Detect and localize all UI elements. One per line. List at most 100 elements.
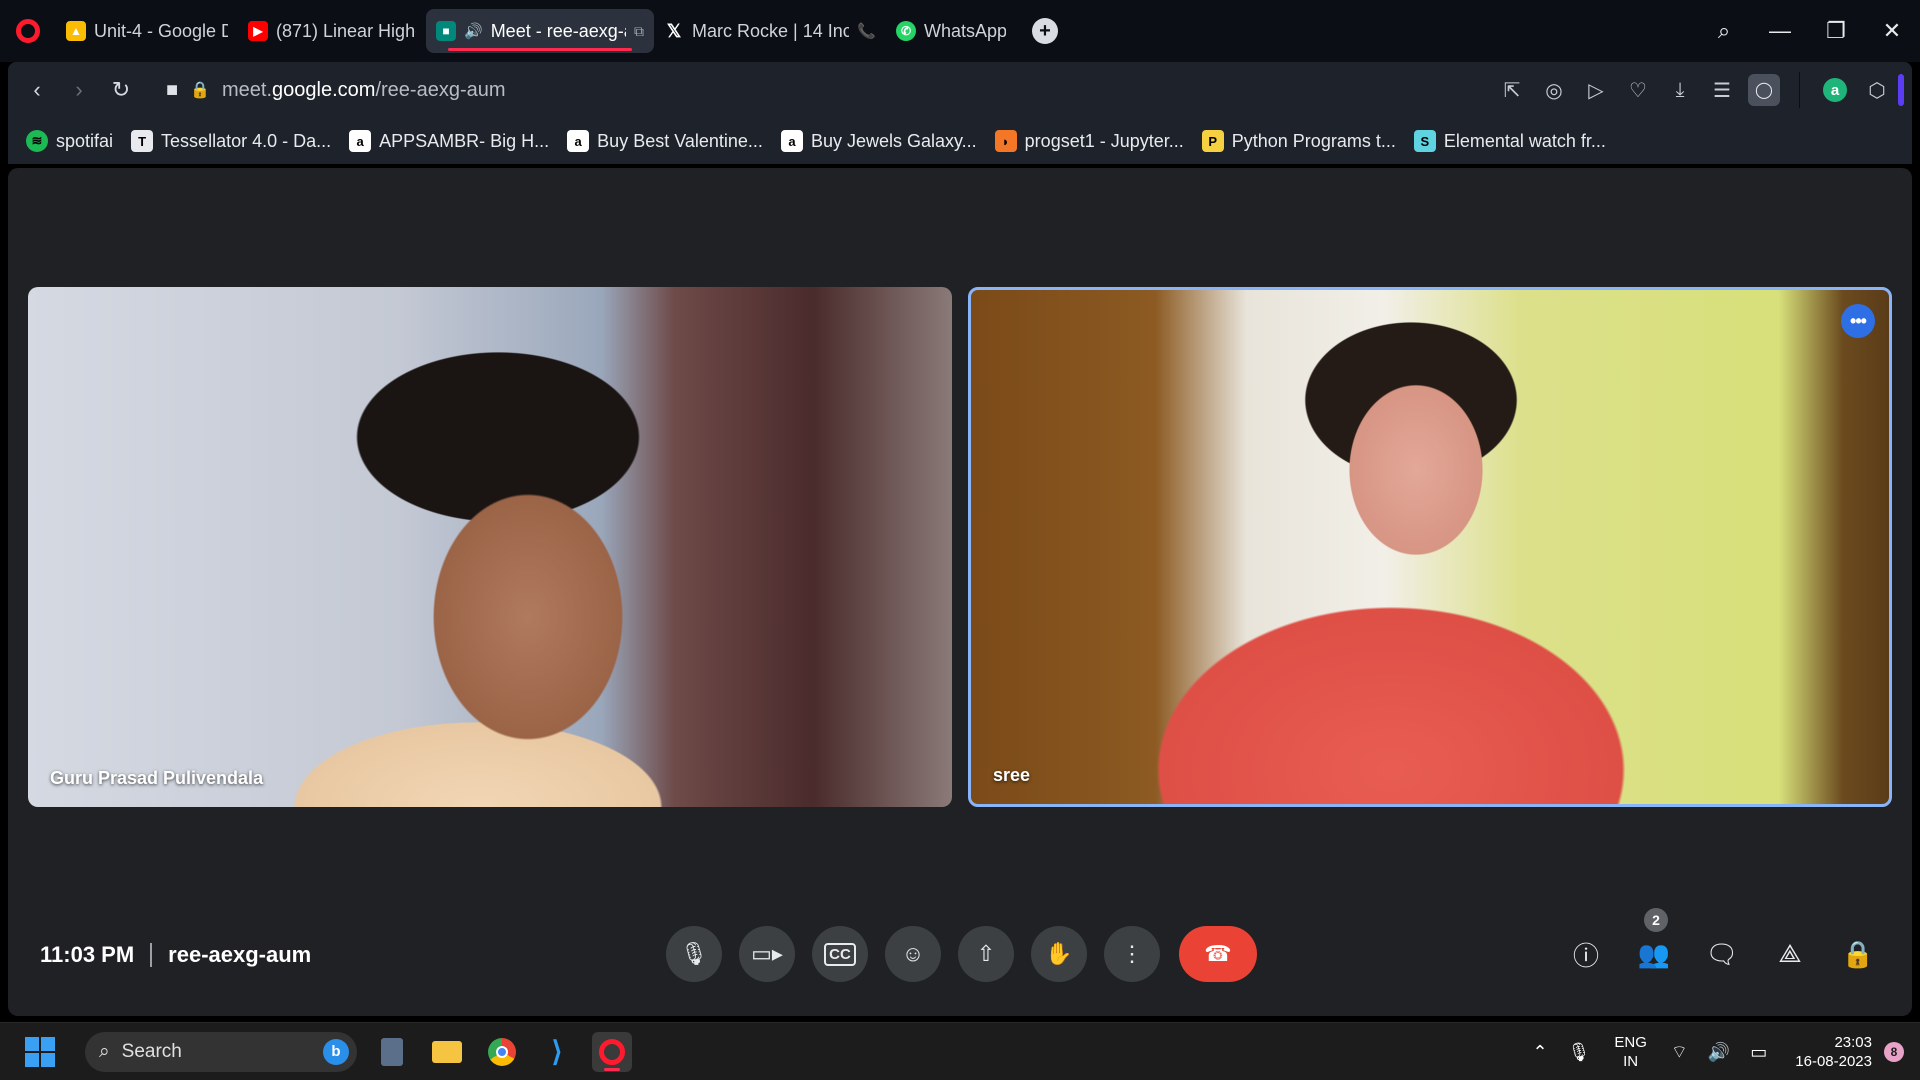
tab-x[interactable]: 𝕏 Marc Rocke | 14 Inch 📞 bbox=[654, 9, 886, 53]
new-tab-button[interactable]: + bbox=[1032, 18, 1058, 44]
amazon-icon: a bbox=[780, 130, 803, 152]
tab-title: Meet - ree-aexg-a bbox=[490, 20, 626, 41]
more-options-icon[interactable]: ••• bbox=[1841, 304, 1875, 338]
people-icon: 👥 bbox=[1637, 938, 1671, 969]
url-text: meet.google.com/ree-aexg-aum bbox=[222, 79, 506, 102]
microphone-icon: 🎙 bbox=[680, 941, 708, 966]
vscode-icon[interactable]: ⟩ bbox=[537, 1032, 577, 1072]
bookmark-jewels[interactable]: a Buy Jewels Galaxy... bbox=[780, 130, 977, 152]
bookmark-valentine[interactable]: a Buy Best Valentine... bbox=[567, 130, 763, 152]
participant-name: sree bbox=[993, 765, 1031, 785]
bookmark-python-programs[interactable]: P Python Programs t... bbox=[1201, 130, 1396, 152]
file-explorer-icon[interactable] bbox=[427, 1032, 467, 1072]
bookmark-elemental[interactable]: S Elemental watch fr... bbox=[1413, 130, 1606, 152]
participant-tile[interactable]: Guru Prasad Pulivendala bbox=[28, 287, 952, 807]
lock-person-icon: 🔒 bbox=[1841, 938, 1875, 969]
activities-icon: ⟁ bbox=[1778, 938, 1802, 968]
send-icon[interactable]: ▷ bbox=[1575, 62, 1617, 118]
phone-icon: 📞 bbox=[857, 23, 876, 40]
meeting-details: 11:03 PM ree-aexg-aum bbox=[40, 942, 311, 968]
bookmark-tessellator[interactable]: T Tessellator 4.0 - Da... bbox=[131, 130, 331, 152]
reactions-button[interactable]: ☺ bbox=[885, 926, 941, 982]
tab-title: WhatsApp bbox=[924, 20, 1006, 41]
share-icon[interactable]: ⇱ bbox=[1491, 62, 1533, 118]
calculator-icon[interactable] bbox=[372, 1032, 412, 1072]
meeting-time: 11:03 PM bbox=[40, 942, 135, 967]
volume-icon[interactable]: 🔊 bbox=[1708, 1042, 1730, 1063]
hand-icon: ✋ bbox=[1045, 941, 1073, 966]
restore-icon[interactable]: ❐ bbox=[1808, 18, 1864, 44]
forward-icon[interactable]: › bbox=[58, 77, 100, 103]
tab-whatsapp[interactable]: ✆ WhatsApp bbox=[886, 9, 1016, 53]
taskbar-search[interactable]: ⌕ Search b bbox=[85, 1031, 357, 1072]
camera-button[interactable]: ▭▸ bbox=[739, 926, 795, 982]
x-icon: 𝕏 bbox=[666, 20, 682, 41]
address-bar: ‹ › ↻ ■ 🔒 meet.google.com/ree-aexg-aum ⇱… bbox=[8, 62, 1912, 118]
meet-control-bar: 11:03 PM ree-aexg-aum 🎙 ▭▸ CC ☺ ⇧ ✋ ⋮ ☎ … bbox=[8, 892, 1912, 1016]
camera-indicator-icon[interactable]: ■ bbox=[166, 79, 178, 102]
opera-taskbar-icon[interactable] bbox=[592, 1031, 632, 1072]
back-icon[interactable]: ‹ bbox=[16, 77, 58, 103]
captions-button[interactable]: CC bbox=[812, 926, 868, 982]
battery-icon[interactable]: ▭ bbox=[1750, 1042, 1767, 1063]
bookmark-spotifai[interactable]: ≋ spotifai bbox=[26, 130, 113, 152]
present-button[interactable]: ⇧ bbox=[958, 926, 1014, 982]
bookmarks-bar: ≋ spotifai T Tessellator 4.0 - Da... a A… bbox=[8, 118, 1912, 164]
opera-menu-button[interactable] bbox=[0, 0, 56, 62]
activities-button[interactable]: ⟁ bbox=[1764, 926, 1816, 982]
close-icon[interactable]: ✕ bbox=[1864, 18, 1920, 44]
aria-icon[interactable]: a bbox=[1814, 62, 1856, 118]
lang-code: ENG bbox=[1614, 1034, 1647, 1051]
people-count-badge: 2 bbox=[1644, 908, 1668, 932]
vertical-dots-icon: ⋮ bbox=[1121, 941, 1143, 966]
input-language[interactable]: ENG IN bbox=[1614, 1033, 1647, 1071]
call-controls: 🎙 ▭▸ CC ☺ ⇧ ✋ ⋮ ☎ bbox=[666, 926, 1257, 982]
url-domain: google.com bbox=[272, 78, 376, 101]
picture-in-picture-icon[interactable]: ⧉ bbox=[634, 23, 644, 40]
meet-side-controls: ⓘ 2 👥 🗨 ⟁ 🔒 bbox=[1560, 908, 1884, 982]
tab-google-drive[interactable]: ▲ Unit-4 - Google Drive bbox=[56, 9, 238, 53]
chrome-icon[interactable] bbox=[482, 1032, 522, 1072]
participant-name: Guru Prasad Pulivendala bbox=[50, 768, 264, 788]
microphone-button[interactable]: 🎙 bbox=[666, 926, 722, 982]
people-button[interactable]: 2 👥 bbox=[1628, 908, 1680, 982]
snapshot-icon[interactable]: ◎ bbox=[1533, 62, 1575, 118]
extensions-cube-icon[interactable]: ⬡ bbox=[1856, 62, 1898, 118]
easy-setup-icon[interactable]: ☰ bbox=[1701, 62, 1743, 118]
notification-badge[interactable]: 8 bbox=[1884, 1042, 1904, 1062]
participant-tile-speaking[interactable]: ••• sree bbox=[968, 287, 1892, 807]
bookmark-appsambr[interactable]: a APPSAMBR- Big H... bbox=[349, 130, 549, 152]
more-options-button[interactable]: ⋮ bbox=[1104, 926, 1160, 982]
minimize-icon[interactable]: — bbox=[1752, 18, 1808, 44]
search-tabs-icon[interactable]: ⌕ bbox=[1696, 18, 1752, 44]
url-field[interactable]: ■ 🔒 meet.google.com/ree-aexg-aum bbox=[166, 79, 506, 102]
chat-button[interactable]: 🗨 bbox=[1696, 926, 1748, 982]
youtube-icon: ▶ bbox=[248, 21, 268, 41]
tab-title: Unit-4 - Google Drive bbox=[94, 20, 228, 41]
chevron-up-icon[interactable]: ⌃ bbox=[1532, 1042, 1547, 1063]
tab-youtube[interactable]: ▶ (871) Linear Higher Ord bbox=[238, 9, 426, 53]
heart-icon[interactable]: ♡ bbox=[1617, 62, 1659, 118]
meeting-info-divider bbox=[150, 943, 153, 967]
microphone-tray-icon[interactable]: 🎙 bbox=[1568, 1042, 1591, 1063]
raise-hand-button[interactable]: ✋ bbox=[1031, 926, 1087, 982]
jupyter-icon: ◗ bbox=[994, 130, 1017, 152]
bing-icon[interactable]: b bbox=[323, 1038, 349, 1065]
profile-button[interactable]: ◯ bbox=[1743, 62, 1785, 118]
search-placeholder: Search bbox=[121, 1040, 182, 1062]
leave-call-button[interactable]: ☎ bbox=[1179, 926, 1257, 982]
wifi-icon[interactable]: ⌔ bbox=[1671, 1041, 1688, 1064]
clock-time: 23:03 bbox=[1834, 1034, 1872, 1051]
bookmark-jupyter[interactable]: ◗ progset1 - Jupyter... bbox=[994, 130, 1184, 152]
windows-start-icon[interactable] bbox=[25, 1036, 55, 1067]
reload-icon[interactable]: ↻ bbox=[100, 77, 142, 103]
host-controls-button[interactable]: 🔒 bbox=[1832, 926, 1884, 982]
toolbar-divider bbox=[1799, 72, 1800, 108]
camera-icon: ▭▸ bbox=[751, 941, 783, 966]
download-icon[interactable]: ⤓ bbox=[1659, 62, 1701, 118]
clock[interactable]: 23:03 16-08-2023 bbox=[1795, 1033, 1872, 1071]
lang-region: IN bbox=[1623, 1053, 1639, 1070]
tab-google-meet[interactable]: ■ 🔊 Meet - ree-aexg-a ⧉ bbox=[426, 9, 654, 53]
meeting-details-button[interactable]: ⓘ bbox=[1560, 926, 1612, 982]
lock-icon[interactable]: 🔒 bbox=[190, 80, 210, 100]
